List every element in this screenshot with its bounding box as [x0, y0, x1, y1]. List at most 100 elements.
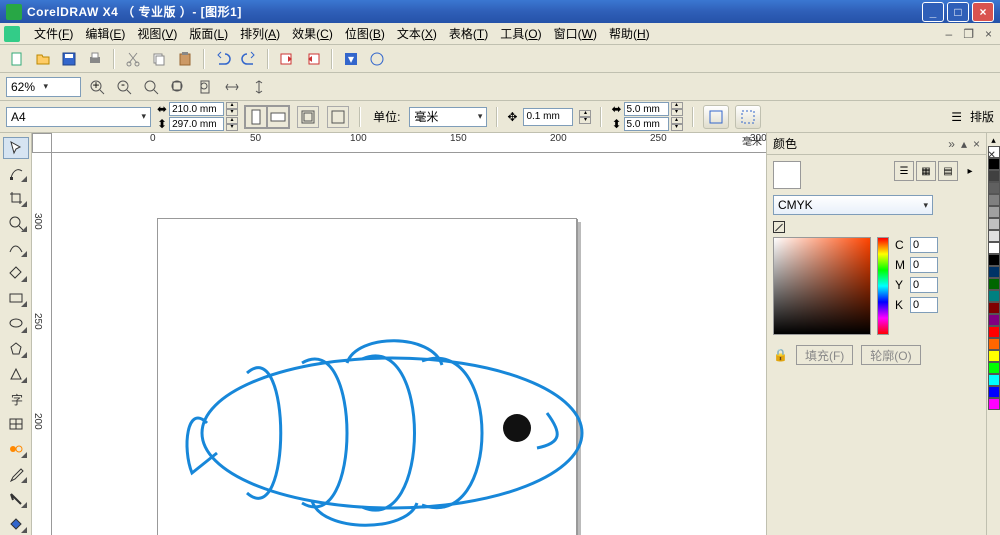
apply-current-page-button[interactable] — [327, 106, 349, 128]
palette-swatch[interactable] — [988, 230, 1000, 242]
zoom-input[interactable]: 62%▾ — [6, 77, 81, 97]
crop-tool[interactable] — [3, 187, 29, 209]
doc-close-button[interactable]: × — [981, 27, 996, 41]
menu-window[interactable]: 窗口(W) — [548, 23, 603, 44]
color-field[interactable] — [773, 237, 871, 335]
app-launcher-icon[interactable]: ▾ — [340, 48, 362, 70]
width-spinner[interactable]: ▴▾ — [226, 102, 238, 116]
ellipse-tool[interactable] — [3, 312, 29, 334]
menu-help[interactable]: 帮助(H) — [603, 23, 656, 44]
zoom-page-icon[interactable] — [194, 76, 216, 98]
menu-effects[interactable]: 效果(C) — [286, 23, 339, 44]
shape-tool[interactable] — [3, 162, 29, 184]
menu-layout[interactable]: 版面(L) — [183, 23, 234, 44]
palette-swatch[interactable] — [988, 350, 1000, 362]
portrait-button[interactable] — [245, 106, 267, 128]
zoom-width-icon[interactable] — [221, 76, 243, 98]
landscape-button[interactable] — [267, 106, 289, 128]
outline-button[interactable]: 轮廓(O) — [861, 345, 920, 365]
palette-swatch[interactable] — [988, 170, 1000, 182]
palette-swatch[interactable] — [988, 326, 1000, 338]
palette-up-icon[interactable]: ▴ — [991, 135, 996, 146]
doc-restore-button[interactable]: ❐ — [959, 27, 978, 41]
close-button[interactable]: × — [972, 2, 994, 22]
basic-shapes-tool[interactable] — [3, 363, 29, 385]
palette-swatch[interactable] — [988, 194, 1000, 206]
dup-y-input[interactable]: 5.0 mm — [624, 117, 669, 131]
ruler-origin[interactable] — [32, 133, 52, 153]
menu-text[interactable]: 文本(X) — [391, 23, 443, 44]
viewer-tab[interactable]: ▦ — [916, 161, 936, 181]
interactive-tool[interactable] — [3, 438, 29, 460]
zoom-out-icon[interactable]: - — [113, 76, 135, 98]
m-input[interactable]: 0 — [910, 257, 938, 273]
sliders-tab[interactable]: ☰ — [894, 161, 914, 181]
cut-icon[interactable] — [122, 48, 144, 70]
palette-swatch[interactable] — [988, 206, 1000, 218]
print-icon[interactable] — [84, 48, 106, 70]
outline-tool[interactable] — [3, 488, 29, 510]
nudge-spinner[interactable]: ▴▾ — [579, 110, 591, 124]
docker-collapse-icon[interactable]: ▴ — [961, 137, 967, 151]
docker-expand-icon[interactable]: » — [948, 137, 955, 151]
snap-options-button[interactable] — [735, 105, 761, 129]
text-tool[interactable]: 字 — [3, 388, 29, 410]
menu-tab[interactable]: ▸ — [960, 161, 980, 181]
polygon-tool[interactable] — [3, 338, 29, 360]
zoom-tool[interactable] — [3, 212, 29, 234]
palette-swatch[interactable] — [988, 362, 1000, 374]
palette-tab[interactable]: ▤ — [938, 161, 958, 181]
table-tool[interactable] — [3, 413, 29, 435]
save-icon[interactable] — [58, 48, 80, 70]
apply-all-pages-button[interactable] — [297, 106, 319, 128]
freehand-tool[interactable] — [3, 237, 29, 259]
fill-button[interactable]: 填充(F) — [796, 345, 853, 365]
open-icon[interactable] — [32, 48, 54, 70]
undo-icon[interactable] — [212, 48, 234, 70]
height-spinner[interactable]: ▴▾ — [226, 117, 238, 131]
eyedropper-tool[interactable] — [3, 463, 29, 485]
palette-swatch[interactable] — [988, 386, 1000, 398]
copy-icon[interactable] — [148, 48, 170, 70]
welcome-icon[interactable] — [366, 48, 388, 70]
no-fill-icon[interactable] — [773, 221, 785, 233]
zoom-all-icon[interactable] — [167, 76, 189, 98]
export-icon[interactable] — [302, 48, 324, 70]
options-icon[interactable]: ☰ — [951, 110, 962, 124]
palette-swatch[interactable] — [988, 290, 1000, 302]
doc-minimize-button[interactable]: – — [942, 27, 957, 41]
lock-icon[interactable]: 🔒 — [773, 348, 788, 362]
fill-tool[interactable] — [3, 513, 29, 535]
menu-table[interactable]: 表格(T) — [443, 23, 494, 44]
maximize-button[interactable]: □ — [947, 2, 969, 22]
ruler-vertical[interactable]: 300 250 200 — [32, 153, 52, 535]
canvas-viewport[interactable] — [52, 153, 766, 535]
zoom-height-icon[interactable] — [248, 76, 270, 98]
palette-swatch[interactable] — [988, 302, 1000, 314]
palette-swatch[interactable] — [988, 182, 1000, 194]
palette-swatch[interactable] — [988, 374, 1000, 386]
redo-icon[interactable] — [238, 48, 260, 70]
smart-fill-tool[interactable] — [3, 262, 29, 284]
palette-swatch[interactable] — [988, 278, 1000, 290]
hue-slider[interactable] — [877, 237, 889, 335]
dup-x-input[interactable]: 5.0 mm — [624, 102, 669, 116]
layout-label[interactable]: 排版 — [970, 108, 994, 125]
palette-swatch[interactable] — [988, 398, 1000, 410]
paper-size-select[interactable]: A4▾ — [6, 107, 151, 127]
menu-tools[interactable]: 工具(O) — [494, 23, 547, 44]
treat-as-filled-button[interactable] — [703, 105, 729, 129]
page-width-input[interactable]: 210.0 mm — [169, 102, 224, 116]
palette-swatch[interactable] — [988, 338, 1000, 350]
menu-file[interactable]: 文件(F) — [28, 23, 79, 44]
c-input[interactable]: 0 — [910, 237, 938, 253]
page-height-input[interactable]: 297.0 mm — [169, 117, 224, 131]
nudge-input[interactable]: 0.1 mm — [523, 108, 573, 126]
palette-swatch[interactable] — [988, 314, 1000, 326]
new-icon[interactable] — [6, 48, 28, 70]
unit-select[interactable]: 毫米▾ — [409, 107, 487, 127]
docker-header[interactable]: 颜色 » ▴ × — [767, 133, 986, 155]
import-icon[interactable] — [276, 48, 298, 70]
y-input[interactable]: 0 — [910, 277, 938, 293]
k-input[interactable]: 0 — [910, 297, 938, 313]
